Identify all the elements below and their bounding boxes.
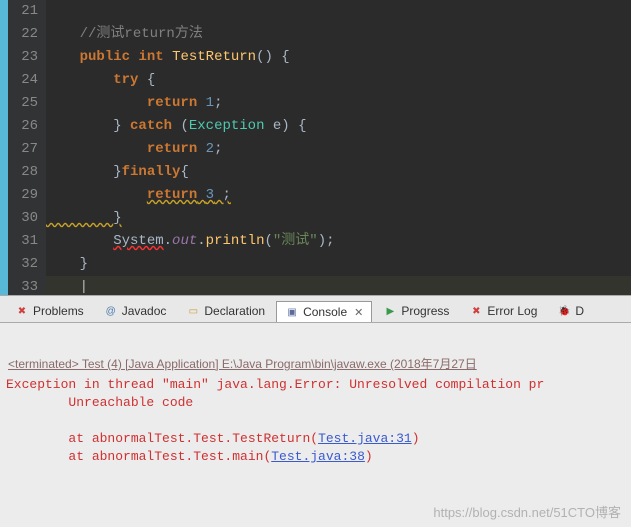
line-number: 22 [8,23,38,46]
console-line: Exception in thread "main" java.lang.Err… [6,377,544,392]
line-number: 33 [8,276,38,295]
line-number: 21 [8,0,38,23]
tab-javadoc[interactable]: @ Javadoc [95,300,176,322]
code-line: }finally{ [46,161,631,184]
console-process-title: <terminated> Test (4) [Java Application]… [6,353,625,376]
code-line: return 1; [46,92,631,115]
errorlog-icon: ✖ [469,304,483,318]
code-line: | [46,276,631,295]
line-number: 26 [8,115,38,138]
bottom-tabs-bar: ✖ Problems @ Javadoc ▭ Declaration ▣ Console… [0,295,631,323]
tab-console[interactable]: ▣ Console ✕ [276,301,372,323]
tab-label: Javadoc [122,304,167,318]
line-number: 30 [8,207,38,230]
console-output[interactable]: Exception in thread "main" java.lang.Err… [6,376,625,466]
code-line: } [46,253,631,276]
tab-declaration[interactable]: ▭ Declaration [177,300,274,322]
tab-progress[interactable]: ▶ Progress [374,300,458,322]
javadoc-icon: @ [104,304,118,318]
line-number: 24 [8,69,38,92]
tab-problems[interactable]: ✖ Problems [6,300,93,322]
close-icon[interactable]: ✕ [354,306,363,319]
code-line: System.out.println("测试"); [46,230,631,253]
code-line: public int TestReturn() { [46,46,631,69]
console-line: Unreachable code [6,395,193,410]
debug-icon: 🐞 [557,304,571,318]
tab-label: Problems [33,304,84,318]
line-number: 31 [8,230,38,253]
code-editor[interactable]: //测试return方法 public int TestReturn() { t… [46,0,631,295]
code-line: return 2; [46,138,631,161]
console-line: at abnormalTest.Test.main( [6,449,271,464]
console-line: at abnormalTest.Test.TestReturn( [6,431,318,446]
code-line [46,0,631,23]
left-margin-ruler [0,0,8,295]
line-number: 27 [8,138,38,161]
progress-icon: ▶ [383,304,397,318]
code-line: //测试return方法 [46,23,631,46]
console-panel: <terminated> Test (4) [Java Application]… [0,353,631,527]
line-number: 23 [8,46,38,69]
line-number: 28 [8,161,38,184]
editor-area: 21 22 23 24 25 26 27 28 29 30 31 32 33 /… [0,0,631,295]
line-number: 25 [8,92,38,115]
tab-debug[interactable]: 🐞D [548,300,593,322]
tab-label: Console [303,305,347,319]
declaration-icon: ▭ [186,304,200,318]
line-number: 29 [8,184,38,207]
stacktrace-link[interactable]: Test.java:31 [318,431,412,446]
line-number-gutter: 21 22 23 24 25 26 27 28 29 30 31 32 33 [8,0,46,295]
code-line: } [46,207,631,230]
console-icon: ▣ [285,305,299,319]
code-line: } catch (Exception e) { [46,115,631,138]
code-line: return 3 ; [46,184,631,207]
problems-icon: ✖ [15,304,29,318]
tab-label: Progress [401,304,449,318]
stacktrace-link[interactable]: Test.java:38 [271,449,365,464]
tab-label: D [575,304,584,318]
tab-label: Error Log [487,304,537,318]
tab-label: Declaration [204,304,265,318]
console-toolbar [0,323,631,353]
line-number: 32 [8,253,38,276]
code-line: try { [46,69,631,92]
tab-errorlog[interactable]: ✖ Error Log [460,300,546,322]
